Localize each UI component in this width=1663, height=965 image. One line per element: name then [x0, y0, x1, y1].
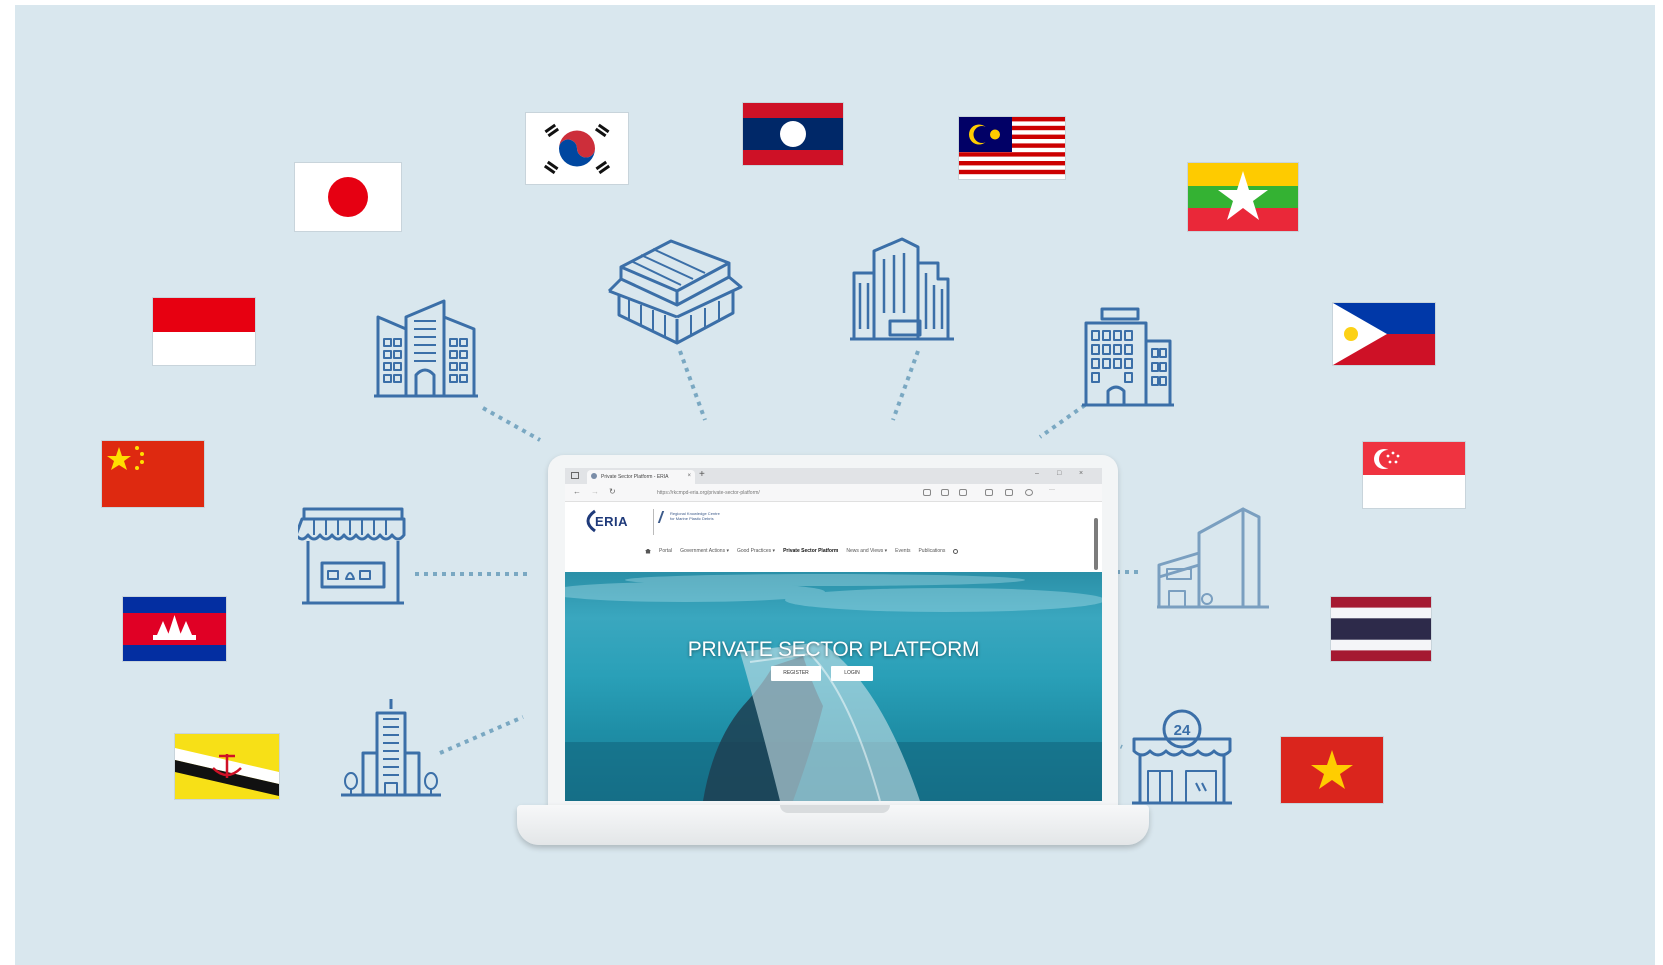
browser-tab[interactable]: Private Sector Platform - ERIA ×: [587, 470, 695, 484]
nav-item-private-sector-platform[interactable]: Private Sector Platform: [783, 548, 838, 554]
laptop-screen: Private Sector Platform - ERIA × + – □ ×…: [565, 468, 1102, 801]
nav-item-good-practices[interactable]: Good Practices ▾: [737, 548, 775, 554]
collections-icon[interactable]: [1005, 489, 1013, 496]
nav-item-portal[interactable]: Portal: [659, 548, 672, 554]
hero-banner: PRIVATE SECTOR PLATFORM REGISTER LOGIN: [565, 572, 1102, 801]
rkc-line-2: for Marine Plastic Debris: [670, 516, 714, 521]
search-icon[interactable]: [953, 548, 959, 554]
login-button[interactable]: LOGIN: [831, 666, 873, 681]
malaysia-flag-icon: [959, 117, 1065, 179]
brunei-flag-icon: [175, 734, 279, 799]
favorite-icon[interactable]: [959, 489, 967, 496]
laos-flag-icon: [743, 103, 843, 165]
window-menu-icon[interactable]: [571, 472, 579, 479]
skyscraper-icon: [848, 233, 956, 345]
forward-button[interactable]: →: [591, 487, 599, 496]
reader-view-icon[interactable]: [941, 489, 949, 496]
maximize-button[interactable]: □: [1057, 470, 1061, 477]
vietnam-flag-icon: [1281, 737, 1383, 803]
home-icon[interactable]: [645, 548, 651, 554]
market-stall-icon: [298, 505, 408, 607]
svg-text:24: 24: [1174, 722, 1191, 739]
hotel-icon: [1080, 305, 1176, 409]
nav-item-events[interactable]: Events: [895, 548, 910, 554]
browser-address-bar: ← → ↻ https://rkcmpd-eria.org/private-se…: [565, 484, 1102, 502]
philippines-flag-icon: [1333, 303, 1435, 365]
myanmar-flag-icon: [1188, 163, 1298, 231]
favicon-icon: [591, 473, 597, 479]
hero-title: PRIVATE SECTOR PLATFORM: [687, 638, 980, 661]
new-tab-button[interactable]: +: [699, 469, 705, 480]
china-flag-icon: [102, 441, 204, 507]
page-scrollbar[interactable]: [1094, 518, 1098, 570]
logo-divider: [653, 509, 654, 535]
refresh-extension-icon[interactable]: [985, 489, 993, 496]
japan-flag-icon: [295, 163, 401, 231]
exhibition-hall-icon: [605, 233, 745, 353]
eria-logo[interactable]: ERIA: [595, 514, 628, 529]
south-korea-flag-icon: [526, 113, 628, 184]
tab-title: Private Sector Platform - ERIA: [601, 474, 669, 480]
nav-item-news-and-views[interactable]: News and Views ▾: [846, 548, 887, 554]
nav-item-government-actions[interactable]: Government Actions ▾: [680, 548, 729, 554]
read-aloud-icon[interactable]: [923, 489, 931, 496]
browser-tab-bar: Private Sector Platform - ERIA × + – □ ×: [565, 468, 1102, 484]
thailand-flag-icon: [1331, 597, 1431, 661]
minimize-button[interactable]: –: [1035, 470, 1039, 477]
tall-tower-icon: [339, 697, 443, 799]
rkc-logo[interactable]: Regional Knowledge Centre for Marine Pla…: [657, 511, 750, 523]
register-button[interactable]: REGISTER: [771, 666, 821, 681]
url-field[interactable]: https://rkcmpd-eria.org/private-sector-p…: [645, 487, 915, 499]
more-menu-icon[interactable]: ···: [1049, 487, 1057, 494]
tab-close-icon[interactable]: ×: [687, 473, 691, 479]
cambodia-flag-icon: [123, 597, 226, 661]
close-window-button[interactable]: ×: [1079, 470, 1083, 477]
store-building-icon: [1155, 503, 1271, 611]
underwater-bottle-image: [565, 574, 1102, 801]
profile-icon[interactable]: [1025, 489, 1033, 496]
illustration-canvas: 24 Private Sector Platform - ERIA × + – …: [15, 5, 1655, 965]
back-button[interactable]: ←: [573, 487, 581, 496]
rkc-mark-icon: [657, 511, 670, 523]
indonesia-flag-icon: [153, 298, 255, 365]
singapore-flag-icon: [1363, 442, 1465, 508]
convenience-store-24-icon: 24: [1130, 705, 1234, 807]
reload-button[interactable]: ↻: [609, 487, 616, 496]
office-towers-icon: [370, 295, 480, 401]
nav-item-publications[interactable]: Publications: [918, 548, 945, 554]
site-nav: Portal Government Actions ▾ Good Practic…: [645, 547, 959, 555]
laptop-notch: [780, 805, 890, 813]
